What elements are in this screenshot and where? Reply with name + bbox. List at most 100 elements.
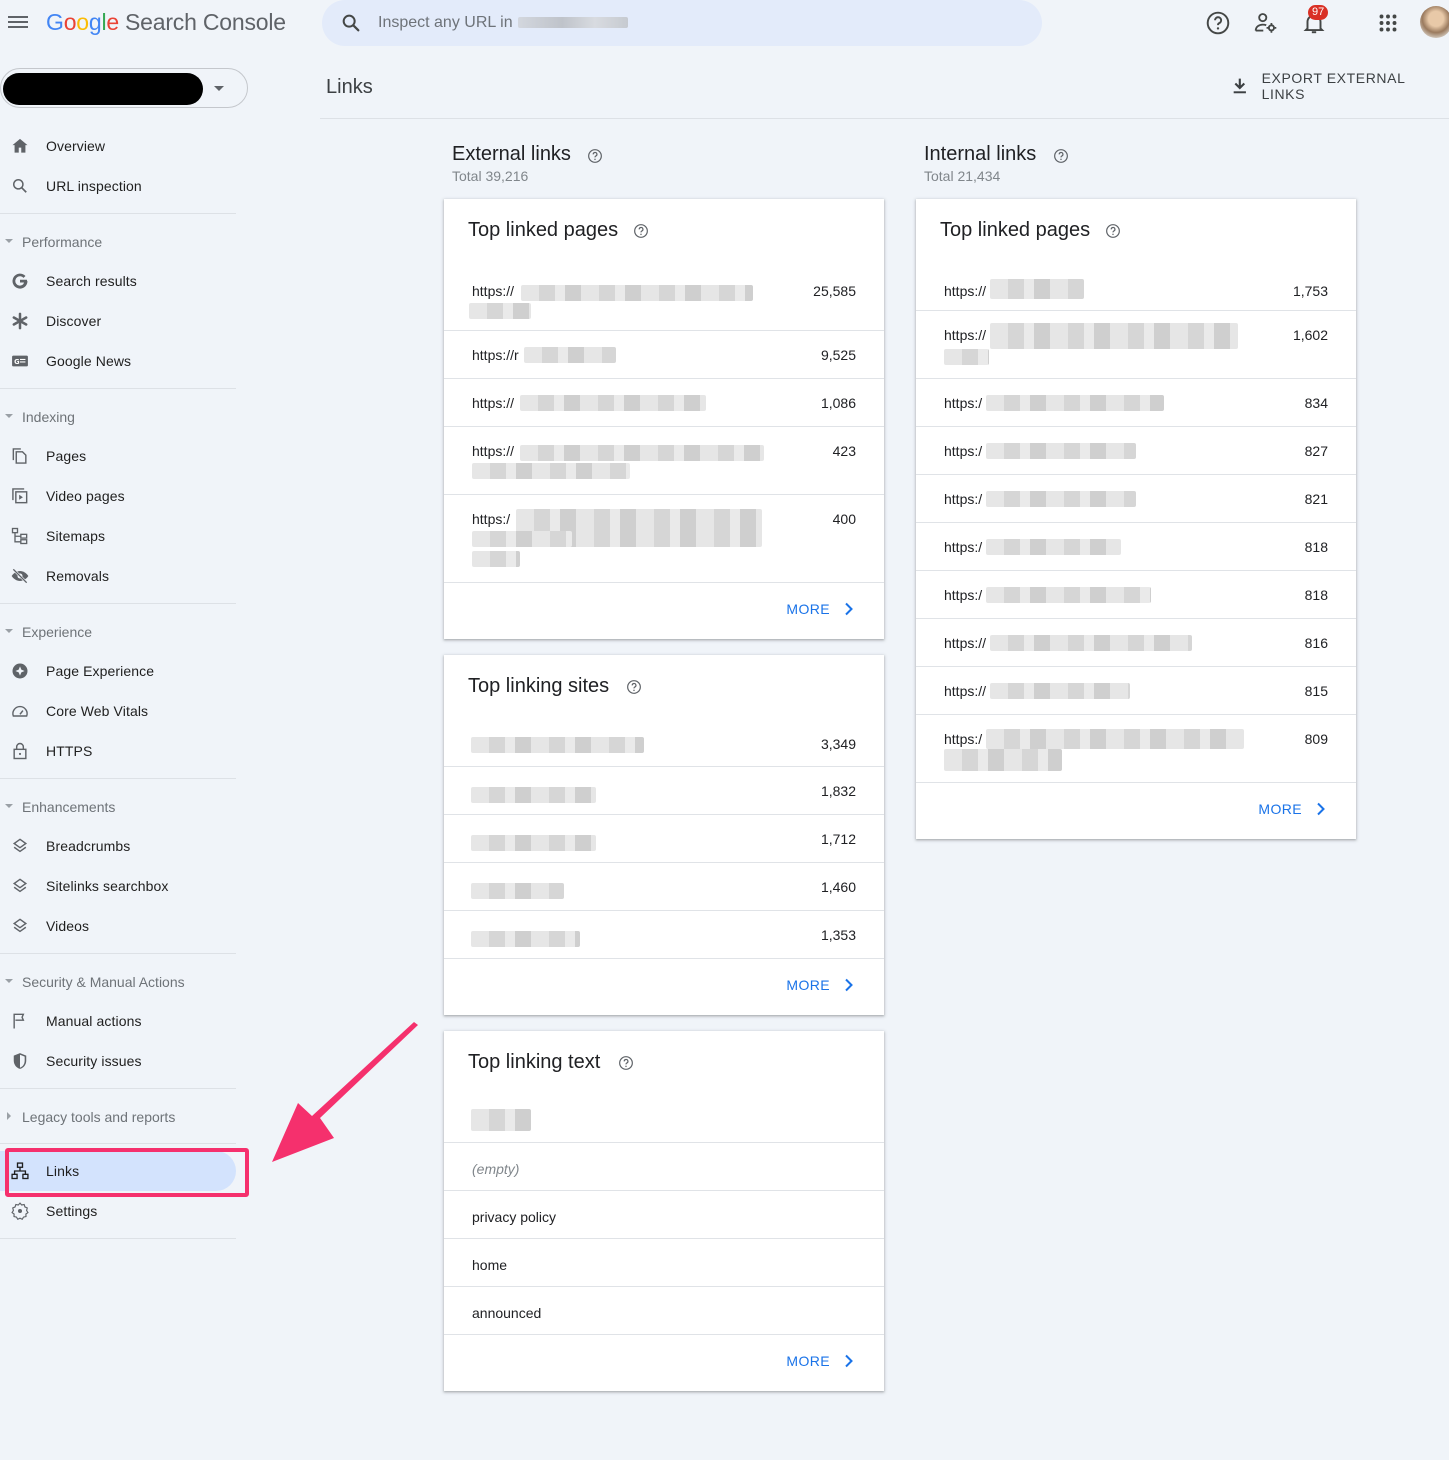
more-button[interactable]: MORE — [786, 977, 854, 993]
help-icon[interactable] — [633, 223, 649, 239]
section-label: Performance — [22, 234, 103, 250]
table-row[interactable]: home — [444, 1239, 884, 1287]
section-experience[interactable]: Experience — [0, 611, 236, 651]
table-row[interactable]: https:// 25,585 — [444, 267, 884, 331]
sidebar-item-core-web-vitals[interactable]: Core Web Vitals — [0, 691, 236, 731]
sidebar-item-videos[interactable]: Videos — [0, 906, 236, 946]
row-text: privacy policy — [472, 1209, 557, 1225]
links-icon — [11, 1162, 29, 1180]
redacted-url — [986, 539, 1121, 555]
table-row[interactable]: https:/ 834 — [916, 379, 1356, 427]
table-row[interactable]: https://r 9,525 — [444, 331, 884, 379]
sitemap-icon — [11, 527, 28, 545]
top-linking-sites-card: Top linking sites 3,349 1,832 1,712 1,46… — [444, 655, 884, 1015]
app-logo[interactable]: Google Search Console — [46, 9, 286, 36]
row-value: 1,832 — [820, 783, 856, 799]
sidebar-item-links[interactable]: Links — [0, 1151, 236, 1191]
account-avatar[interactable] — [1420, 6, 1449, 38]
manage-users-icon[interactable] — [1253, 10, 1279, 36]
redacted-url — [990, 635, 1192, 651]
logo-letter: e — [106, 9, 119, 35]
sidebar-item-breadcrumbs[interactable]: Breadcrumbs — [0, 826, 236, 866]
help-icon[interactable] — [618, 1055, 634, 1071]
page-title: Links — [326, 76, 373, 98]
help-icon[interactable] — [1105, 223, 1121, 239]
export-external-links-button[interactable]: EXPORT EXTERNAL LINKS — [1230, 70, 1449, 102]
eye-off-icon — [11, 568, 29, 584]
table-row[interactable]: https:// 1,753 — [916, 267, 1356, 311]
table-row[interactable]: 1,832 — [444, 767, 884, 815]
table-row[interactable]: https:/ 827 — [916, 427, 1356, 475]
sidebar-item-sitelinks-searchbox[interactable]: Sitelinks searchbox — [0, 866, 236, 906]
section-performance[interactable]: Performance — [0, 221, 236, 261]
redacted-url — [986, 587, 1151, 603]
row-value: 3,349 — [820, 736, 856, 752]
sidebar-item-overview[interactable]: Overview — [0, 126, 236, 166]
help-icon[interactable] — [587, 148, 603, 164]
table-row[interactable]: (empty) — [444, 1143, 884, 1191]
table-row[interactable]: https:// 815 — [916, 667, 1356, 715]
sidebar-item-video-pages[interactable]: Video pages — [0, 476, 236, 516]
sidebar-item-settings[interactable]: Settings — [0, 1191, 236, 1231]
more-button[interactable]: MORE — [786, 601, 854, 617]
sidebar-item-label: Breadcrumbs — [46, 838, 131, 854]
table-row[interactable]: https:// 816 — [916, 619, 1356, 667]
table-row[interactable]: 1,460 — [444, 863, 884, 911]
table-row[interactable]: https:/ 809 — [916, 715, 1356, 783]
row-value: 1,712 — [820, 831, 856, 847]
sidebar-item-security-issues[interactable]: Security issues — [0, 1041, 236, 1081]
google-g-icon — [12, 273, 28, 289]
sidebar-item-discover[interactable]: Discover — [0, 301, 236, 341]
redacted-url — [986, 443, 1136, 459]
table-row[interactable]: https:// 1,086 — [444, 379, 884, 427]
sidebar-item-google-news[interactable]: G Google News — [0, 341, 236, 381]
more-button[interactable]: MORE — [1258, 801, 1326, 817]
section-label: Experience — [22, 624, 93, 640]
sidebar-item-url-inspection[interactable]: URL inspection — [0, 166, 236, 206]
apps-grid-icon[interactable] — [1375, 10, 1401, 36]
section-indexing[interactable]: Indexing — [0, 396, 236, 436]
chevron-right-icon — [845, 978, 853, 992]
table-row[interactable]: https:// 423 — [444, 427, 884, 495]
divider — [0, 213, 236, 214]
table-row[interactable]: 1,353 — [444, 911, 884, 959]
help-icon[interactable] — [1205, 10, 1231, 36]
table-row[interactable]: https:// 1,602 — [916, 311, 1356, 379]
row-url: https:// — [472, 443, 515, 459]
sidebar-item-https[interactable]: HTTPS — [0, 731, 236, 771]
sidebar-item-manual-actions[interactable]: Manual actions — [0, 1001, 236, 1041]
table-row[interactable]: 3,349 — [444, 723, 884, 767]
sidebar-item-pages[interactable]: Pages — [0, 436, 236, 476]
more-button[interactable]: MORE — [786, 1353, 854, 1369]
table-row[interactable]: https:/ 818 — [916, 523, 1356, 571]
redacted-site — [471, 737, 644, 753]
search-input[interactable] — [378, 10, 1018, 36]
property-selector[interactable] — [0, 68, 248, 108]
help-icon[interactable] — [1053, 148, 1069, 164]
section-legacy-tools[interactable]: Legacy tools and reports — [0, 1096, 236, 1136]
sidebar-item-page-experience[interactable]: Page Experience — [0, 651, 236, 691]
section-security-manual-actions[interactable]: Security & Manual Actions — [0, 961, 236, 1001]
table-row[interactable]: announced — [444, 1287, 884, 1335]
divider — [0, 1238, 236, 1239]
table-row[interactable] — [444, 1099, 884, 1143]
table-row[interactable]: https:/ 818 — [916, 571, 1356, 619]
table-row[interactable]: privacy policy — [444, 1191, 884, 1239]
table-row[interactable]: https:/ 821 — [916, 475, 1356, 523]
table-row[interactable]: https:/ 400 — [444, 495, 884, 583]
logo-letter: G — [46, 9, 64, 35]
google-news-icon: G — [12, 355, 28, 367]
section-enhancements[interactable]: Enhancements — [0, 786, 236, 826]
menu-icon[interactable] — [8, 13, 28, 33]
search-icon — [13, 179, 27, 193]
table-row[interactable]: 1,712 — [444, 815, 884, 863]
row-value: 818 — [1304, 587, 1328, 603]
sidebar-item-sitemaps[interactable]: Sitemaps — [0, 516, 236, 556]
redacted-url — [472, 463, 630, 479]
url-inspection-search[interactable] — [322, 0, 1042, 46]
row-url: https:/ — [944, 443, 983, 459]
sidebar-item-search-results[interactable]: Search results — [0, 261, 236, 301]
sidebar-item-removals[interactable]: Removals — [0, 556, 236, 596]
row-value: 423 — [832, 443, 856, 459]
help-icon[interactable] — [626, 679, 642, 695]
